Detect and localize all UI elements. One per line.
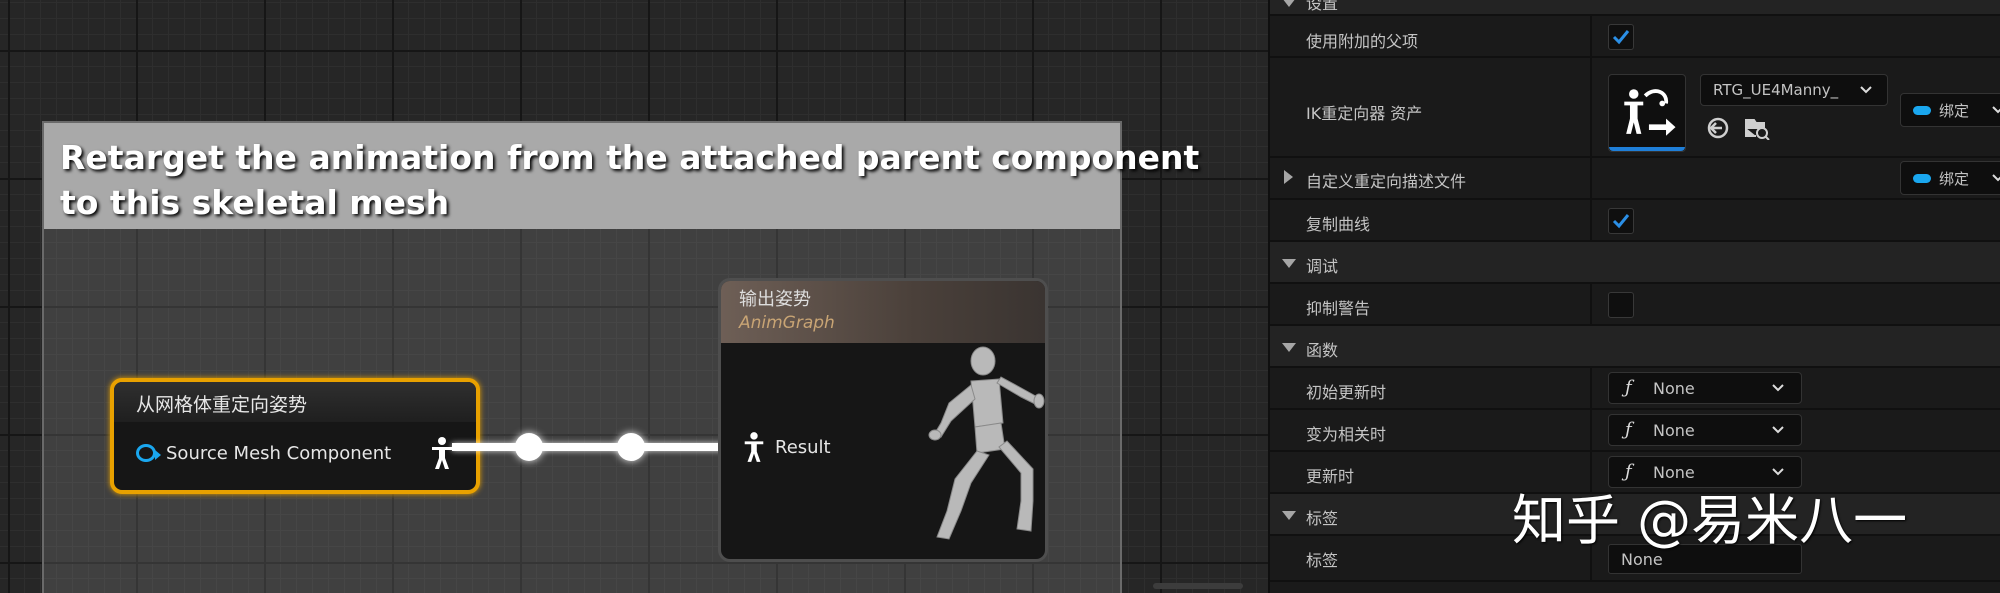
chevron-down-icon xyxy=(1992,174,2000,182)
pose-wire[interactable] xyxy=(452,443,730,451)
category-settings-label: 设置 xyxy=(1306,0,1339,13)
asset-name: RTG_UE4Manny_ xyxy=(1713,81,1839,99)
property-label: 复制曲线 xyxy=(1306,215,1371,234)
property-label: 自定义重定向描述文件 xyxy=(1306,172,1467,191)
bind-label: 绑定 xyxy=(1939,102,1970,120)
column-divider[interactable] xyxy=(1590,58,1592,156)
property-label: 初始更新时 xyxy=(1306,383,1387,402)
wire-reroute-knot[interactable] xyxy=(617,433,645,461)
category-functions[interactable]: 函数 xyxy=(1270,326,2000,368)
pose-input-pin-icon[interactable] xyxy=(741,431,767,463)
asset-thumbnail[interactable] xyxy=(1608,74,1686,152)
column-divider[interactable] xyxy=(1590,410,1592,450)
chevron-down-icon xyxy=(1772,384,1784,392)
property-label: IK重定向器 资产 xyxy=(1306,104,1423,123)
bind-icon xyxy=(1913,174,1931,183)
result-pin[interactable]: Result xyxy=(741,431,831,463)
use-selected-asset-icon[interactable] xyxy=(1706,116,1730,140)
wire-reroute-knot[interactable] xyxy=(515,433,543,461)
function-icon: ƒ xyxy=(1625,377,1632,398)
comment-line-1: Retarget the animation from the attached… xyxy=(60,138,1200,177)
column-divider[interactable] xyxy=(1590,200,1592,240)
property-label: 使用附加的父项 xyxy=(1306,32,1419,51)
use-attached-parent-checkbox[interactable] xyxy=(1608,24,1634,50)
column-divider[interactable] xyxy=(1590,16,1592,56)
on-become-relevant-function-dropdown[interactable]: ƒ None xyxy=(1608,414,1802,446)
anim-graph-canvas[interactable]: Retarget the animation from the attached… xyxy=(0,0,1268,593)
checkmark-icon xyxy=(1612,30,1630,45)
asset-actions xyxy=(1706,116,1770,140)
retarget-pose-node[interactable]: 从网格体重定向姿势 Source Mesh Component xyxy=(110,378,480,494)
custom-profile-bind-button[interactable]: 绑定 xyxy=(1900,161,2000,195)
property-label: 标签 xyxy=(1306,551,1339,570)
source-mesh-pin[interactable]: Source Mesh Component xyxy=(136,438,391,468)
copy-curves-checkbox[interactable] xyxy=(1608,208,1634,234)
property-label: 更新时 xyxy=(1306,467,1355,486)
asset-type-color-bar xyxy=(1609,147,1685,151)
pose-output-pin-icon[interactable] xyxy=(428,436,456,470)
property-on-become-relevant: 变为相关时 ƒ None xyxy=(1270,410,2000,452)
property-copy-curves: 复制曲线 xyxy=(1270,200,2000,242)
column-divider[interactable] xyxy=(1590,284,1592,324)
category-debug-label: 调试 xyxy=(1306,257,1339,276)
property-custom-retarget-profile[interactable]: 自定义重定向描述文件 xyxy=(1270,158,2000,200)
graph-horizontal-scrollbar[interactable] xyxy=(1153,583,1243,589)
output-pose-node[interactable]: 输出姿势 AnimGraph Result xyxy=(718,278,1048,562)
browse-asset-icon[interactable] xyxy=(1744,116,1770,140)
running-mannequin-icon xyxy=(928,346,1045,540)
property-on-initial-update: 初始更新时 ƒ None xyxy=(1270,368,2000,410)
collapse-arrow-icon[interactable] xyxy=(1282,0,1296,7)
property-label: 抑制警告 xyxy=(1306,299,1371,318)
category-debug[interactable]: 调试 xyxy=(1270,242,2000,284)
bind-icon xyxy=(1913,106,1931,115)
result-pin-label: Result xyxy=(775,436,831,458)
comment-line-2: to this skeletal mesh xyxy=(60,183,450,222)
source-mesh-pin-label: Source Mesh Component xyxy=(166,442,392,464)
column-divider[interactable] xyxy=(1590,158,1592,198)
ik-retargeter-asset-picker[interactable]: RTG_UE4Manny_ xyxy=(1700,74,1888,106)
category-settings[interactable]: 设置 xyxy=(1270,0,2000,16)
property-label: 变为相关时 xyxy=(1306,425,1387,444)
comment-title[interactable]: Retarget the animation from the attached… xyxy=(44,123,1200,229)
suppress-warnings-checkbox[interactable] xyxy=(1608,292,1634,318)
chevron-down-icon xyxy=(1992,106,2000,114)
dropdown-value: None xyxy=(1653,421,1695,440)
collapse-arrow-icon[interactable] xyxy=(1282,511,1296,520)
watermark: 知乎 @易米八一 xyxy=(1512,489,1908,552)
chevron-down-icon xyxy=(1772,426,1784,434)
bind-label: 绑定 xyxy=(1939,170,1970,188)
on-initial-update-function-dropdown[interactable]: ƒ None xyxy=(1608,372,1802,404)
retargeter-asset-icon xyxy=(1624,89,1676,136)
ik-retargeter-bind-button[interactable]: 绑定 xyxy=(1900,93,2000,127)
function-icon: ƒ xyxy=(1625,419,1632,440)
category-tags-label: 标签 xyxy=(1306,509,1339,528)
collapse-arrow-icon[interactable] xyxy=(1282,343,1296,352)
editor-window: Retarget the animation from the attached… xyxy=(0,0,2000,593)
property-suppress-warnings: 抑制警告 xyxy=(1270,284,2000,326)
output-pose-node-header: 输出姿势 AnimGraph xyxy=(721,281,1045,343)
column-divider[interactable] xyxy=(1590,368,1592,408)
category-functions-label: 函数 xyxy=(1306,341,1339,360)
checkmark-icon xyxy=(1612,214,1630,229)
retarget-pose-node-title: 从网格体重定向姿势 xyxy=(114,382,476,422)
property-use-attached-parent: 使用附加的父项 xyxy=(1270,16,2000,58)
output-pose-node-subtitle: AnimGraph xyxy=(739,313,835,333)
output-pose-node-title: 输出姿势 xyxy=(739,289,811,310)
expand-arrow-icon[interactable] xyxy=(1284,170,1293,184)
chevron-down-icon xyxy=(1860,86,1872,94)
collapse-arrow-icon[interactable] xyxy=(1282,259,1296,268)
dropdown-value: None xyxy=(1653,379,1695,398)
object-pin-icon[interactable] xyxy=(136,444,161,462)
